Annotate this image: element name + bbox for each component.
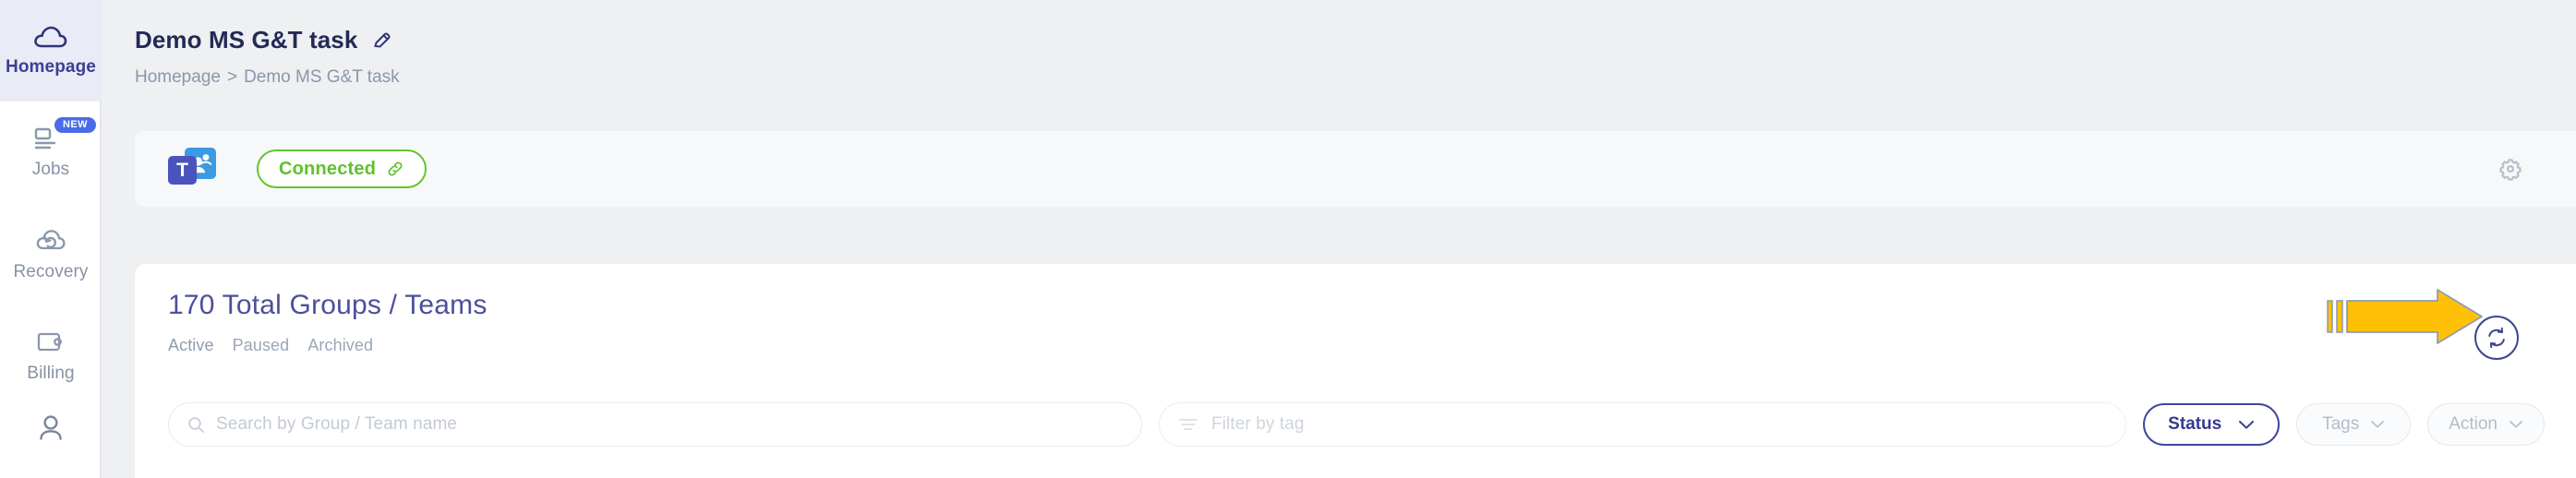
sidebar-item-billing[interactable]: Billing xyxy=(0,305,102,406)
sidebar-badge-new: NEW xyxy=(54,116,96,133)
tab-archived[interactable]: Archived xyxy=(307,336,373,355)
search-input[interactable]: Search by Group / Team name xyxy=(216,414,457,435)
tag-filter-wrapper[interactable]: Filter by tag xyxy=(1159,402,2127,447)
jobs-list-icon: NEW xyxy=(32,116,96,151)
ms-teams-icon: T xyxy=(168,148,216,190)
sidebar-item-homepage[interactable]: Homepage xyxy=(0,0,102,102)
chevron-down-icon xyxy=(2509,420,2523,429)
sidebar-item-recovery[interactable]: Recovery xyxy=(0,203,102,305)
wallet-icon xyxy=(37,328,65,355)
page-header: Demo MS G&T task Homepage > Demo MS G&T … xyxy=(102,0,2576,88)
breadcrumb-separator: > xyxy=(226,67,238,87)
groups-teams-card: 170 Total Groups / Teams Active Paused A… xyxy=(135,264,2576,478)
action-dropdown-button[interactable]: Action xyxy=(2427,403,2545,446)
chevron-down-icon xyxy=(2238,420,2255,430)
gear-icon[interactable] xyxy=(2498,157,2522,181)
refresh-button[interactable] xyxy=(2474,316,2519,360)
status-badge-label: Connected xyxy=(279,158,377,179)
action-dropdown-label: Action xyxy=(2449,414,2498,434)
search-input-wrapper[interactable]: Search by Group / Team name xyxy=(168,402,1142,447)
pencil-icon[interactable] xyxy=(372,30,392,51)
tab-paused[interactable]: Paused xyxy=(233,336,290,355)
app-root: Homepage NEW Jobs Recovery Billing Demo … xyxy=(0,0,2576,478)
sidebar-item-jobs[interactable]: NEW Jobs xyxy=(0,102,102,203)
link-icon xyxy=(386,160,404,178)
sidebar-item-label: Jobs xyxy=(31,159,70,179)
tag-filter-input[interactable]: Filter by tag xyxy=(1211,414,1305,435)
tags-dropdown-button[interactable]: Tags xyxy=(2296,403,2412,446)
filter-icon xyxy=(1178,416,1198,433)
sidebar-item-label: Recovery xyxy=(13,261,89,281)
status-dropdown-button[interactable]: Status xyxy=(2143,403,2281,446)
refresh-icon xyxy=(2485,326,2509,350)
card-title: 170 Total Groups / Teams xyxy=(168,290,488,320)
sidebar-item-label: Billing xyxy=(27,363,75,383)
tags-dropdown-label: Tags xyxy=(2322,414,2360,434)
search-icon xyxy=(187,416,205,434)
connection-card: T Connected xyxy=(135,131,2576,207)
sidebar: Homepage NEW Jobs Recovery Billing xyxy=(0,0,102,478)
breadcrumb: Homepage > Demo MS G&T task xyxy=(135,67,2576,88)
breadcrumb-home[interactable]: Homepage xyxy=(135,67,221,88)
sidebar-item-user[interactable] xyxy=(0,406,102,472)
page-title-row: Demo MS G&T task xyxy=(135,26,2576,54)
content-area: Demo MS G&T task Homepage > Demo MS G&T … xyxy=(102,0,2576,478)
page-title: Demo MS G&T task xyxy=(135,26,358,54)
recovery-cloud-icon xyxy=(35,226,66,254)
cloud-icon xyxy=(33,25,68,49)
chevron-down-icon xyxy=(2370,420,2385,429)
status-tabs: Active Paused Archived xyxy=(168,336,2576,355)
user-icon xyxy=(37,413,65,443)
sidebar-item-label: Homepage xyxy=(6,56,96,77)
tab-active[interactable]: Active xyxy=(168,336,214,355)
breadcrumb-current: Demo MS G&T task xyxy=(244,67,400,87)
ms-teams-letter: T xyxy=(176,159,188,181)
status-badge[interactable]: Connected xyxy=(257,149,427,188)
filters-row: Search by Group / Team name Filter by ta… xyxy=(168,402,2545,447)
status-dropdown-label: Status xyxy=(2168,414,2222,434)
